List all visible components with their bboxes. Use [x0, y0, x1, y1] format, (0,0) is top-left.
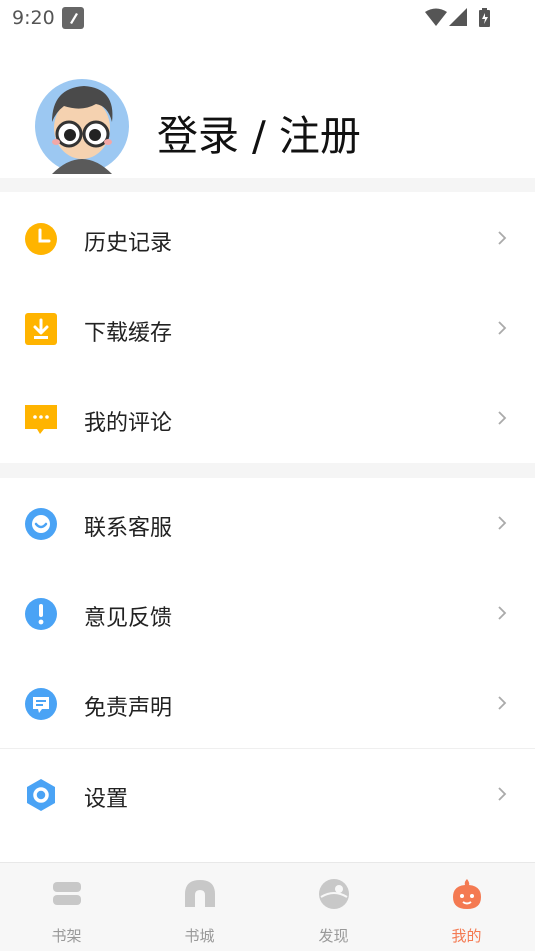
- tab-bookstore[interactable]: 书城: [133, 863, 266, 951]
- download-icon: [24, 312, 58, 346]
- settings-icon: [24, 778, 58, 812]
- avatar[interactable]: [34, 78, 130, 174]
- tab-bookshelf[interactable]: 书架: [0, 863, 133, 951]
- status-bar: 9:20: [0, 0, 535, 36]
- chevron-right-icon: [495, 513, 509, 533]
- section-gap: [0, 463, 535, 478]
- bottom-tab-bar: 书架 书城 发现 我的: [0, 862, 535, 951]
- tab-discover[interactable]: 发现: [267, 863, 400, 951]
- chevron-right-icon: [495, 784, 509, 804]
- status-icons: [425, 8, 495, 32]
- mine-icon: [450, 877, 484, 911]
- menu-item-comments[interactable]: 我的评论: [0, 373, 535, 463]
- menu-item-download[interactable]: 下载缓存: [0, 283, 535, 373]
- tab-label: 发现: [318, 927, 349, 945]
- profile-header[interactable]: 登录 / 注册: [0, 36, 535, 178]
- chevron-right-icon: [495, 603, 509, 623]
- section-gap: [0, 178, 535, 192]
- customer-service-icon: [24, 507, 58, 541]
- tab-label: 书城: [184, 927, 215, 945]
- notification-note-icon: [62, 7, 84, 29]
- menu-item-settings[interactable]: 设置: [0, 749, 535, 839]
- feedback-icon: [24, 597, 58, 631]
- status-time: 9:20: [12, 7, 55, 29]
- menu-item-label: 我的评论: [84, 411, 173, 436]
- disclaimer-icon: [24, 687, 58, 721]
- signal-icon: [449, 8, 467, 26]
- menu-item-disclaimer[interactable]: 免责声明: [0, 658, 535, 748]
- menu-item-label: 免责声明: [84, 696, 173, 721]
- menu-item-label: 意见反馈: [84, 606, 173, 631]
- menu-item-label: 下载缓存: [84, 321, 173, 346]
- tab-mine[interactable]: 我的: [400, 863, 533, 951]
- menu-item-label: 联系客服: [84, 516, 173, 541]
- bookshelf-icon: [50, 877, 84, 911]
- chevron-right-icon: [495, 408, 509, 428]
- chevron-right-icon: [495, 228, 509, 248]
- login-register-link[interactable]: 登录 / 注册: [157, 102, 361, 162]
- menu-item-label: 历史记录: [84, 231, 173, 256]
- menu-item-label: 设置: [84, 787, 129, 812]
- tab-label: 书架: [51, 927, 82, 945]
- battery-icon: [479, 8, 490, 27]
- comment-icon: [24, 402, 58, 436]
- bookstore-icon: [183, 877, 217, 911]
- discover-icon: [317, 877, 351, 911]
- chevron-right-icon: [495, 693, 509, 713]
- menu-item-history[interactable]: 历史记录: [0, 193, 535, 283]
- chevron-right-icon: [495, 318, 509, 338]
- wifi-icon: [425, 8, 447, 26]
- menu-item-feedback[interactable]: 意见反馈: [0, 568, 535, 658]
- clock-icon: [24, 222, 58, 256]
- tab-label: 我的: [451, 927, 482, 945]
- menu-item-customer-service[interactable]: 联系客服: [0, 478, 535, 568]
